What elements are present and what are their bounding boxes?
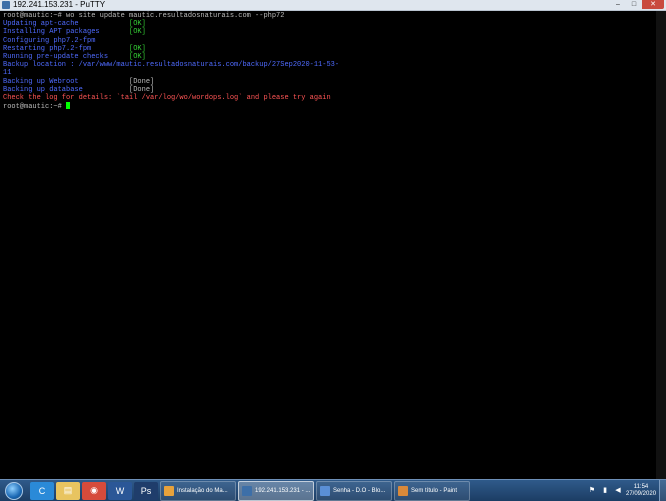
terminal-line: Configuring php7.2-fpm (3, 37, 339, 45)
terminal-cursor (66, 102, 71, 110)
minimize-button[interactable]: – (610, 0, 626, 9)
terminal-line: Updating apt-cache [OK] (3, 20, 339, 28)
taskbar-task[interactable]: 192.241.153.231 - ... (238, 480, 314, 501)
volume-icon[interactable]: ◀ (613, 486, 623, 496)
window-controls: – □ ✕ (610, 0, 664, 10)
terminal-line: root@mautic:~# wo site update mautic.res… (3, 12, 339, 20)
clock[interactable]: 11:54 27/09/2020 (626, 484, 656, 498)
terminal-line-text: Backing up Webroot (3, 77, 130, 86)
terminal-output: root@mautic:~# wo site update mautic.res… (3, 12, 339, 112)
flag-icon[interactable]: ⚑ (587, 486, 597, 496)
ccleaner-icon[interactable]: C (30, 481, 54, 500)
terminal-line: Installing APT packages [OK] (3, 28, 339, 36)
terminal-status: [OK] (129, 44, 146, 53)
taskbar: C ▤ ◉ W Ps Instalação do Ma... 192.241.153.23… (0, 479, 666, 501)
terminal-line: Running pre-update checks [OK] (3, 53, 339, 61)
terminal-line-text: Updating apt-cache (3, 20, 130, 29)
terminal-line-text: Running pre-update checks (3, 52, 130, 61)
terminal-status: [OK] (129, 28, 146, 37)
system-tray: ⚑ ▮ ◀ 11:54 27/09/2020 (587, 480, 666, 501)
terminal-line-text: Installing APT packages (3, 28, 130, 37)
clock-date: 27/09/2020 (626, 490, 657, 497)
window-titlebar[interactable]: 192.241.153.231 - PuTTY – □ ✕ (0, 0, 666, 11)
terminal-line-text: Restarting php7.2-fpm (3, 44, 130, 53)
terminal-line: Backing up database [Done] (3, 86, 339, 94)
task-app-icon (320, 485, 330, 496)
window-title: 192.241.153.231 - PuTTY (13, 0, 106, 9)
task-label: Instalação do Ma... (177, 487, 228, 494)
terminal-status: [OK] (129, 20, 146, 29)
terminal-line-text: root@mautic:~# wo site update mautic.res… (3, 12, 285, 20)
terminal-status: [Done] (129, 77, 155, 86)
putty-icon (2, 1, 10, 9)
terminal-line-text: Backup location : /var/www/mautic.result… (3, 61, 340, 70)
network-icon[interactable]: ▮ (600, 486, 610, 496)
terminal-line-text: Backing up database (3, 85, 130, 94)
terminal-line: Backup location : /var/www/mautic.result… (3, 61, 339, 69)
task-label: Senha - D.O - Blo... (333, 487, 386, 494)
task-app-icon (242, 485, 252, 496)
terminal-line: Backing up Webroot [Done] (3, 78, 339, 86)
terminal-line: 11 (3, 69, 339, 77)
explorer-icon[interactable]: ▤ (56, 481, 80, 500)
terminal-line-text: root@mautic:~# (3, 103, 67, 112)
close-button[interactable]: ✕ (642, 0, 664, 9)
chrome-icon[interactable]: ◉ (82, 481, 106, 500)
task-label: Sem título - Paint (411, 487, 458, 494)
terminal-line: Check the log for details: `tail /var/lo… (3, 94, 339, 102)
terminal-line-text: Check the log for details: `tail /var/lo… (3, 93, 331, 102)
taskbar-task[interactable]: Senha - D.O - Blo... (316, 480, 392, 501)
start-button[interactable] (0, 481, 28, 501)
show-desktop-button[interactable] (659, 480, 666, 501)
clock-time: 11:54 (633, 483, 649, 490)
word-icon[interactable]: W (108, 481, 132, 500)
windows-logo-icon (5, 481, 23, 500)
maximize-button[interactable]: □ (626, 0, 642, 9)
terminal-scrollbar[interactable] (656, 11, 666, 479)
terminal-line-text: 11 (3, 69, 12, 78)
terminal-area[interactable]: root@mautic:~# wo site update mautic.res… (0, 11, 666, 479)
terminal-line: root@mautic:~# (3, 102, 339, 112)
photoshop-icon[interactable]: Ps (134, 481, 158, 500)
task-app-icon (398, 485, 408, 496)
task-label: 192.241.153.231 - ... (255, 487, 311, 494)
terminal-status: [OK] (129, 52, 146, 61)
task-app-icon (164, 485, 174, 496)
taskbar-task[interactable]: Instalação do Ma... (160, 480, 236, 501)
terminal-status: [Done] (129, 85, 155, 94)
terminal-line: Restarting php7.2-fpm [OK] (3, 45, 339, 53)
terminal-line-text: Configuring php7.2-fpm (3, 36, 96, 45)
taskbar-task[interactable]: Sem título - Paint (394, 480, 470, 501)
